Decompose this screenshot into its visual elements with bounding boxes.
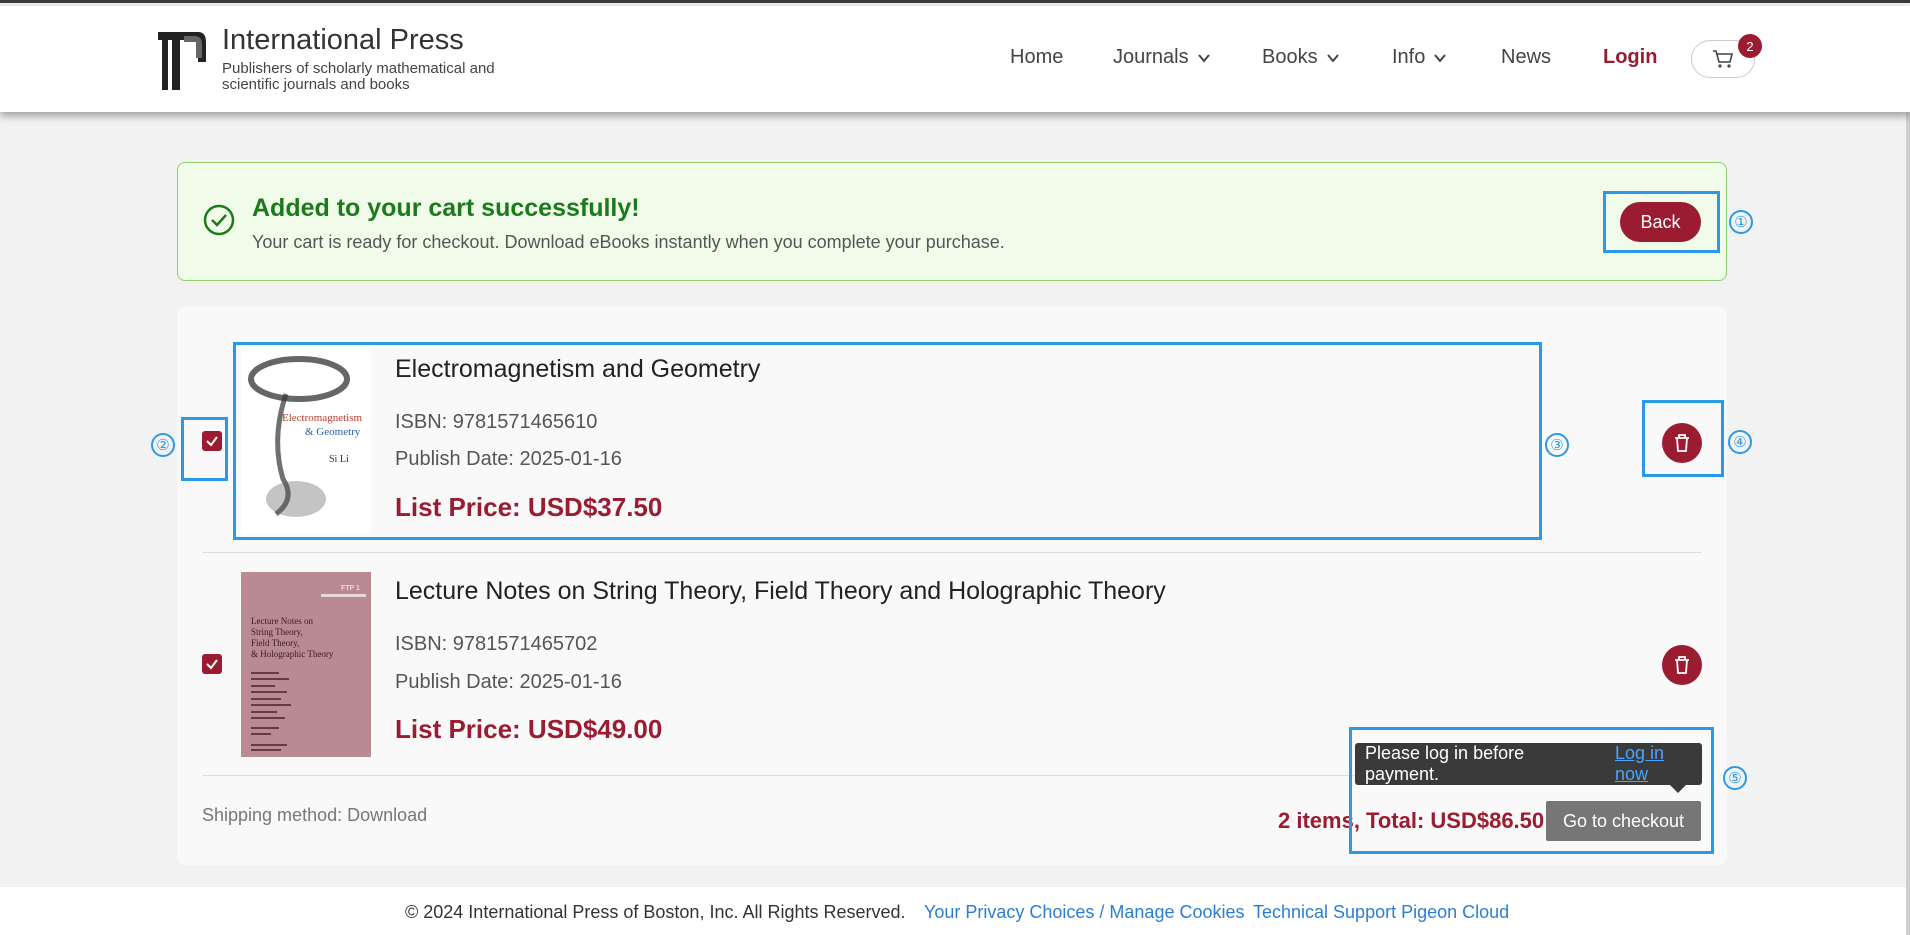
annotation-box-back bbox=[1603, 191, 1720, 253]
brand-subtitle: Publishers of scholarly mathematical and… bbox=[222, 60, 495, 93]
brand-title[interactable]: International Press bbox=[222, 24, 464, 57]
row-divider bbox=[202, 552, 1702, 553]
checkmark-icon bbox=[206, 659, 218, 670]
nav-books-label: Books bbox=[1262, 46, 1318, 68]
cover-title-line-3: Field Theory, bbox=[251, 638, 299, 648]
annotation-box-delete bbox=[1642, 400, 1724, 477]
cart-count-badge: 2 bbox=[1738, 34, 1762, 58]
cover-series: FTP 1 bbox=[341, 585, 360, 592]
annotation-marker-5: ⑤ bbox=[1723, 766, 1747, 790]
annotation-marker-3: ③ bbox=[1545, 433, 1569, 457]
chevron-down-icon bbox=[1197, 53, 1210, 63]
cover-title-line-1: Lecture Notes on bbox=[251, 616, 313, 626]
footer-copyright: © 2024 International Press of Boston, In… bbox=[405, 902, 906, 922]
privacy-choices-link[interactable]: Your Privacy Choices / Manage Cookies bbox=[924, 902, 1245, 923]
banner-title: Added to your cart successfully! bbox=[252, 194, 640, 222]
nav-info[interactable]: Info bbox=[1392, 46, 1447, 69]
banner-text: Your cart is ready for checkout. Downloa… bbox=[252, 232, 1005, 252]
cart-icon bbox=[1713, 50, 1734, 68]
nav-news-label: News bbox=[1501, 46, 1552, 68]
success-banner: Added to your cart successfully! Your ca… bbox=[177, 162, 1727, 281]
ip-logo-icon[interactable] bbox=[154, 28, 210, 94]
shipping-method: Shipping method: Download bbox=[202, 805, 428, 825]
item-publish-date: Publish Date: 2025-01-16 bbox=[395, 671, 622, 693]
cover-title-line-4: & Holographic Theory bbox=[251, 649, 334, 659]
nav-login-label: Login bbox=[1603, 46, 1658, 68]
nav-journals-label: Journals bbox=[1113, 46, 1189, 68]
item-isbn: ISBN: 9781571465702 bbox=[395, 633, 598, 655]
nav-login[interactable]: Login bbox=[1603, 46, 1657, 69]
site-header: International Press Publishers of schola… bbox=[0, 6, 1910, 112]
annotation-marker-2: ② bbox=[151, 433, 175, 457]
book-cover-string-theory[interactable]: FTP 1 Lecture Notes on String Theory, Fi… bbox=[241, 572, 371, 757]
page-scrollbar[interactable] bbox=[1906, 6, 1910, 935]
annotation-box-checkbox bbox=[181, 417, 228, 481]
annotation-marker-4: ④ bbox=[1728, 430, 1752, 454]
annotation-box-item bbox=[233, 342, 1542, 540]
cover-title-line-2: String Theory, bbox=[251, 627, 303, 637]
chevron-down-icon bbox=[1326, 53, 1339, 63]
annotation-box-checkout bbox=[1349, 727, 1714, 854]
technical-support-link[interactable]: Technical Support Pigeon Cloud bbox=[1253, 902, 1509, 923]
item-price: List Price: USD$49.00 bbox=[395, 714, 663, 744]
item-checkbox[interactable] bbox=[202, 654, 222, 674]
chevron-down-icon bbox=[1434, 53, 1447, 63]
check-circle-icon bbox=[203, 204, 235, 236]
nav-home[interactable]: Home bbox=[1010, 46, 1063, 69]
nav-books[interactable]: Books bbox=[1262, 46, 1340, 69]
nav-info-label: Info bbox=[1392, 46, 1426, 68]
trash-icon bbox=[1675, 656, 1689, 674]
annotation-marker-1: ① bbox=[1729, 210, 1753, 234]
nav-journals[interactable]: Journals bbox=[1113, 46, 1211, 69]
delete-item-button[interactable] bbox=[1662, 645, 1702, 685]
item-title[interactable]: Lecture Notes on String Theory, Field Th… bbox=[395, 577, 1166, 606]
nav-news[interactable]: News bbox=[1501, 46, 1551, 69]
nav-home-label: Home bbox=[1010, 46, 1064, 68]
site-footer: © 2024 International Press of Boston, In… bbox=[0, 887, 1910, 935]
